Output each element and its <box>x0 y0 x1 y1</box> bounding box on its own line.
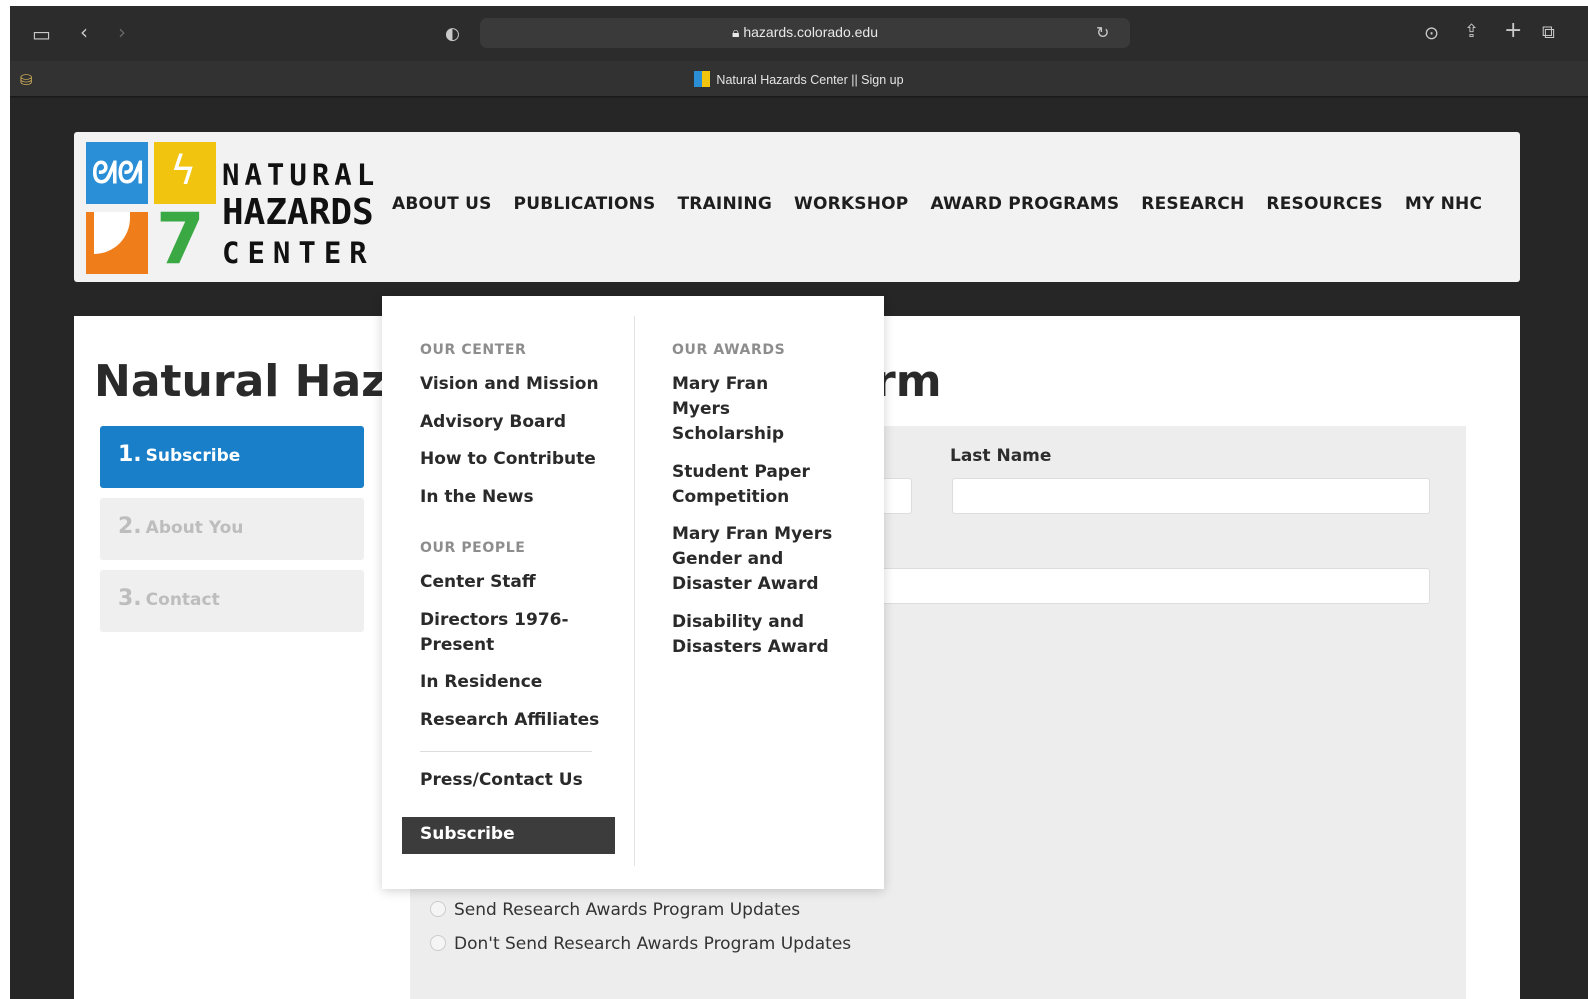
step-number: 2. <box>118 514 142 539</box>
radio-label: Don't Send Research Awards Program Updat… <box>454 934 852 954</box>
step-label: Subscribe <box>145 446 241 466</box>
tab-strip: ⛁ Natural Hazards Center || Sign up <box>10 61 1588 97</box>
menu-research-affiliates[interactable]: Research Affiliates <box>420 708 620 733</box>
logo-seven-tile: 7 <box>154 198 216 280</box>
dropdown-column-awards: OUR AWARDS Mary Fran Myers Scholarship S… <box>672 342 872 672</box>
menu-center-staff[interactable]: Center Staff <box>420 570 620 595</box>
menu-disability-award[interactable]: Disability and Disasters Award <box>672 610 832 660</box>
url-text: hazards.colorado.edu <box>743 24 878 40</box>
dropdown-column-divider <box>634 316 635 866</box>
logo-flame-tile <box>86 212 148 274</box>
sidebar-toggle-icon[interactable]: ▭ <box>32 24 51 44</box>
privacy-shield-icon[interactable]: ◐ <box>445 24 460 44</box>
last-name-input[interactable] <box>952 478 1430 514</box>
step-subscribe[interactable]: 1. Subscribe <box>100 426 364 488</box>
active-tab[interactable]: Natural Hazards Center || Sign up <box>10 71 1588 87</box>
share-icon[interactable]: ⇪ <box>1464 22 1479 42</box>
favicon-icon <box>694 71 711 87</box>
logo-lightning-tile: ϟ <box>154 142 216 204</box>
reload-icon[interactable]: ↻ <box>1096 23 1109 43</box>
menu-divider <box>420 750 592 752</box>
menu-subscribe[interactable]: Subscribe <box>402 817 615 854</box>
nav-research[interactable]: RESEARCH <box>1141 194 1244 214</box>
nav-my-nhc[interactable]: MY NHC <box>1405 194 1482 214</box>
step-label: Contact <box>145 590 220 610</box>
site-logo[interactable]: ᘛᘛ ϟ 7 NATURAL HAZARDS CENTER <box>86 142 380 280</box>
menu-gender-disaster-award[interactable]: Mary Fran Myers Gender and Disaster Awar… <box>672 522 862 597</box>
back-icon[interactable]: ‹ <box>80 22 88 42</box>
step-number: 1. <box>118 442 142 467</box>
step-label: About You <box>145 518 244 538</box>
radio-send-updates[interactable]: Send Research Awards Program Updates <box>430 900 800 920</box>
menu-myers-scholarship[interactable]: Mary Fran Myers Scholarship <box>672 372 832 447</box>
nav-resources[interactable]: RESOURCES <box>1266 194 1382 214</box>
menu-student-paper[interactable]: Student Paper Competition <box>672 460 822 510</box>
logo-text-natural: NATURAL <box>222 158 380 192</box>
menu-advisory-board[interactable]: Advisory Board <box>420 410 620 435</box>
nav-training[interactable]: TRAINING <box>677 194 772 214</box>
menu-how-to-contribute[interactable]: How to Contribute <box>420 447 620 472</box>
radio-button[interactable] <box>430 935 446 951</box>
menu-directors[interactable]: Directors 1976-Present <box>420 608 570 658</box>
main-nav: ABOUT US PUBLICATIONS TRAINING WORKSHOP … <box>392 194 1482 214</box>
last-name-label: Last Name <box>950 446 1052 466</box>
our-center-heading: OUR CENTER <box>420 342 527 358</box>
tab-title-text: Natural Hazards Center || Sign up <box>716 73 904 87</box>
logo-text-hazards: HAZARDS <box>222 192 374 233</box>
step-contact[interactable]: 3. Contact <box>100 570 364 632</box>
tabs-overview-icon[interactable]: ⧉ <box>1542 23 1555 43</box>
logo-text-center: CENTER <box>222 236 375 270</box>
radio-dont-send-updates[interactable]: Don't Send Research Awards Program Updat… <box>430 934 851 954</box>
nav-about-us[interactable]: ABOUT US <box>392 194 492 214</box>
our-awards-heading: OUR AWARDS <box>672 342 786 358</box>
menu-in-residence[interactable]: In Residence <box>420 670 620 695</box>
step-number: 3. <box>118 586 142 611</box>
form-steps: 1. Subscribe 2. About You 3. Contact <box>100 426 364 642</box>
dropdown-column-center: OUR CENTER Vision and Mission Advisory B… <box>420 342 620 805</box>
nav-workshop[interactable]: WORKSHOP <box>794 194 908 214</box>
menu-press-contact[interactable]: Press/Contact Us <box>420 768 620 793</box>
logo-wave-tile: ᘛᘛ <box>86 142 148 204</box>
web-page: ᘛᘛ ϟ 7 NATURAL HAZARDS CENTER ABOUT US P… <box>10 98 1588 999</box>
page-title: Natural Haza <box>94 356 417 407</box>
radio-label: Send Research Awards Program Updates <box>454 900 801 920</box>
new-tab-icon[interactable]: + <box>1504 20 1522 42</box>
forward-icon[interactable]: › <box>118 22 126 42</box>
nav-publications[interactable]: PUBLICATIONS <box>514 194 656 214</box>
radio-button[interactable] <box>430 901 446 917</box>
browser-window: ▭ ‹ › ◐ 🔒︎ hazards.colorado.edu ↻ ⊙ ⇪ + … <box>10 6 1588 999</box>
address-bar[interactable]: 🔒︎ hazards.colorado.edu ↻ <box>480 18 1130 48</box>
page-title-tail: rm <box>874 356 942 407</box>
email-input[interactable] <box>830 568 1430 604</box>
about-us-dropdown: OUR CENTER Vision and Mission Advisory B… <box>382 296 884 889</box>
step-about-you[interactable]: 2. About You <box>100 498 364 560</box>
menu-vision-mission[interactable]: Vision and Mission <box>420 372 620 397</box>
download-icon[interactable]: ⊙ <box>1424 24 1439 44</box>
site-header: ᘛᘛ ϟ 7 NATURAL HAZARDS CENTER ABOUT US P… <box>74 132 1520 282</box>
menu-in-the-news[interactable]: In the News <box>420 485 620 510</box>
lock-icon: 🔒︎ <box>732 24 740 40</box>
nav-award-programs[interactable]: AWARD PROGRAMS <box>930 194 1119 214</box>
browser-toolbar: ▭ ‹ › ◐ 🔒︎ hazards.colorado.edu ↻ ⊙ ⇪ + … <box>10 6 1588 61</box>
our-people-heading: OUR PEOPLE <box>420 540 526 556</box>
